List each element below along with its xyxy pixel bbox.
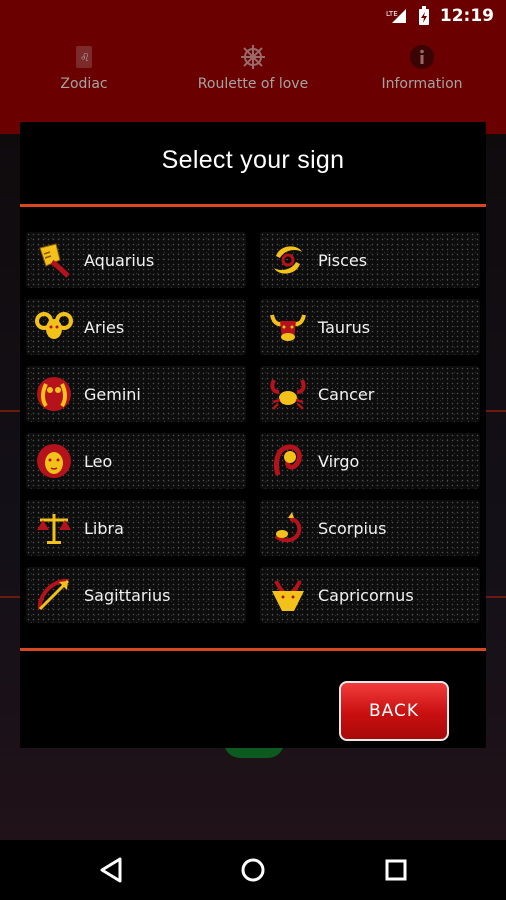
- sign-label: Cancer: [318, 384, 375, 404]
- sign-item-libra[interactable]: Libra: [26, 500, 246, 556]
- sign-label: Leo: [84, 451, 113, 471]
- sign-label: Sagittarius: [84, 585, 171, 605]
- nav-recents-icon[interactable]: [380, 854, 412, 886]
- back-button[interactable]: BACK: [339, 681, 449, 741]
- sign-item-aquarius[interactable]: Aquarius: [26, 232, 246, 288]
- virgo-icon: [274, 444, 302, 476]
- system-nav-bar: [0, 840, 506, 900]
- dialog-top-divider: [20, 204, 486, 207]
- tab-zodiac[interactable]: ♌ Zodiac: [0, 44, 168, 92]
- sign-label: Taurus: [318, 317, 371, 337]
- aries-icon: [35, 312, 73, 339]
- sagittarius-icon: [37, 578, 70, 611]
- sign-item-sagittarius[interactable]: Sagittarius: [26, 567, 246, 623]
- nav-back-icon[interactable]: [96, 854, 128, 886]
- battery-icon: [418, 6, 429, 25]
- libra-icon: [37, 514, 71, 544]
- svg-text:♌: ♌: [80, 51, 90, 64]
- sign-item-pisces[interactable]: Pisces: [260, 232, 480, 288]
- select-sign-dialog: Select your sign Aquarius Pisces Aries T…: [20, 122, 486, 748]
- status-bar: LTE 12:19: [0, 0, 506, 32]
- nav-home-icon[interactable]: [237, 854, 269, 886]
- tab-label: Roulette of love: [197, 76, 309, 92]
- gemini-icon: [37, 377, 71, 411]
- sign-item-cancer[interactable]: Cancer: [260, 366, 480, 422]
- taurus-icon: [270, 314, 306, 341]
- aquarius-icon: [39, 243, 70, 278]
- dialog-title: Select your sign: [161, 146, 345, 174]
- sign-item-gemini[interactable]: Gemini: [26, 366, 246, 422]
- tab-label: Information: [381, 76, 463, 92]
- sign-item-capricornus[interactable]: Capricornus: [260, 567, 480, 623]
- scorpius-icon: [274, 512, 302, 543]
- app-tab-bar: ♌ Zodiac Roulette of love Information: [0, 32, 506, 134]
- info-icon: [410, 45, 434, 69]
- sign-label: Virgo: [318, 451, 360, 471]
- sign-label: Gemini: [84, 384, 141, 404]
- sign-label: Capricornus: [318, 585, 414, 605]
- sign-label: Pisces: [318, 250, 368, 270]
- leo-icon: [37, 444, 71, 478]
- svg-text:LTE: LTE: [386, 10, 398, 18]
- sign-item-virgo[interactable]: Virgo: [260, 433, 480, 489]
- zodiac-card-icon: ♌: [76, 46, 92, 68]
- sign-item-aries[interactable]: Aries: [26, 299, 246, 355]
- sign-label: Scorpius: [318, 518, 387, 538]
- sign-label: Aquarius: [84, 250, 155, 270]
- ship-wheel-icon: [241, 45, 265, 69]
- sign-label: Aries: [84, 317, 125, 337]
- dialog-bottom-divider: [20, 648, 486, 651]
- cancer-icon: [270, 379, 306, 410]
- sign-item-leo[interactable]: Leo: [26, 433, 246, 489]
- lte-signal-icon: LTE: [386, 9, 406, 23]
- pisces-icon: [274, 246, 302, 274]
- sign-item-scorpius[interactable]: Scorpius: [260, 500, 480, 556]
- status-time: 12:19: [439, 6, 494, 26]
- tab-label: Zodiac: [60, 76, 108, 92]
- sign-item-taurus[interactable]: Taurus: [260, 299, 480, 355]
- status-icons: LTE 12:19: [386, 6, 494, 26]
- tab-information[interactable]: Information: [338, 44, 506, 92]
- capricornus-icon: [272, 580, 304, 611]
- sign-label: Libra: [84, 518, 124, 538]
- tab-roulette-of-love[interactable]: Roulette of love: [169, 44, 337, 92]
